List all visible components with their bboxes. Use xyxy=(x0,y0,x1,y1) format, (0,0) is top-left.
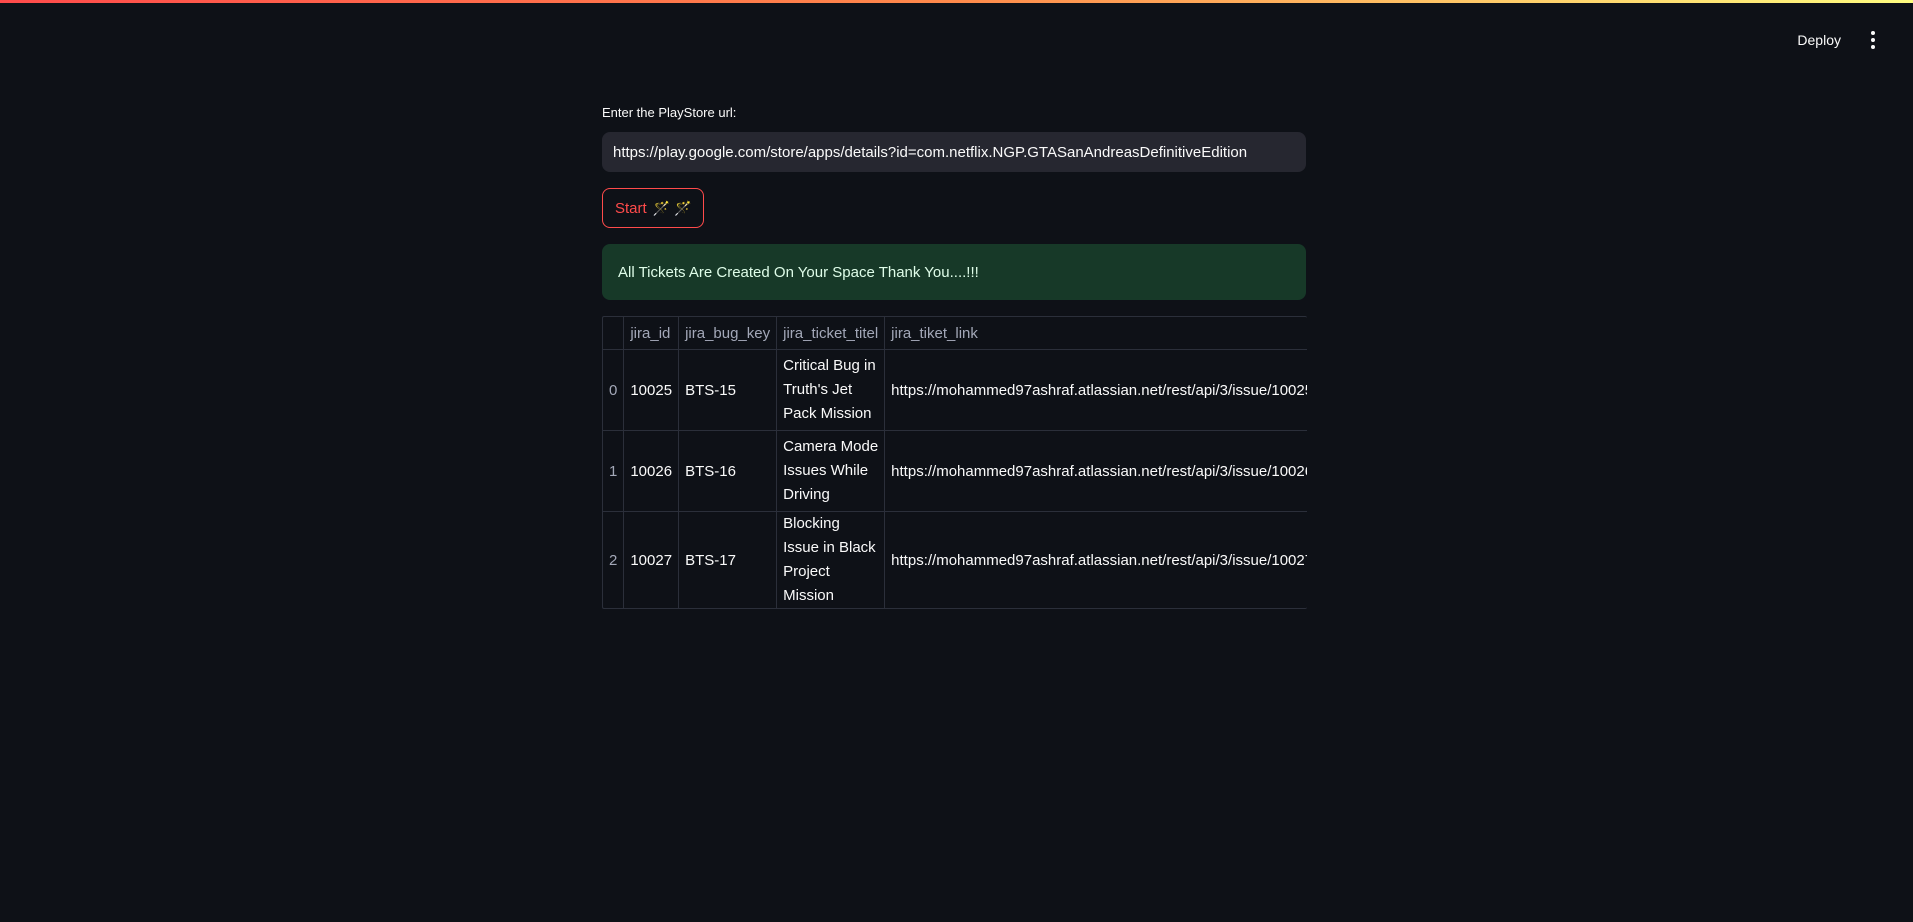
column-header-index[interactable] xyxy=(603,317,625,350)
magic-wand-icon: 🪄 🪄 xyxy=(652,199,692,216)
column-header-jira-id[interactable]: jira_id xyxy=(623,317,680,350)
app-toolbar: Deploy xyxy=(1789,28,1883,52)
jira-bug-key-cell[interactable]: BTS-16 xyxy=(678,430,778,512)
jira-id-cell[interactable]: 10026 xyxy=(623,430,680,512)
jira-id-cell[interactable]: 10027 xyxy=(623,511,680,608)
jira-ticket-link-cell[interactable]: https://mohammed97ashraf.atlassian.net/r… xyxy=(884,511,1307,608)
column-header-jira-ticket-titel[interactable]: jira_ticket_titel xyxy=(776,317,886,350)
table-row: 1 10026 BTS-16 Camera Mode Issues While … xyxy=(603,430,1307,512)
kebab-menu-icon[interactable] xyxy=(1863,28,1883,52)
playstore-url-input[interactable] xyxy=(602,132,1306,172)
jira-ticket-link-cell[interactable]: https://mohammed97ashraf.atlassian.net/r… xyxy=(884,349,1307,431)
jira-id-cell[interactable]: 10025 xyxy=(623,349,680,431)
table-header-row: jira_id jira_bug_key jira_ticket_titel j… xyxy=(603,317,1307,350)
row-index-cell[interactable]: 2 xyxy=(603,511,625,608)
column-header-jira-bug-key[interactable]: jira_bug_key xyxy=(678,317,778,350)
start-button-label: Start xyxy=(615,199,647,217)
row-index-cell[interactable]: 1 xyxy=(603,430,625,512)
jira-ticket-title-cell[interactable]: Critical Bug in Truth's Jet Pack Mission xyxy=(776,349,886,431)
tickets-table[interactable]: jira_id jira_bug_key jira_ticket_titel j… xyxy=(602,316,1307,609)
url-field-label: Enter the PlayStore url: xyxy=(602,105,737,120)
table-row: 2 10027 BTS-17 Blocking Issue in Black P… xyxy=(603,511,1307,608)
jira-ticket-title-cell[interactable]: Blocking Issue in Black Project Mission xyxy=(776,511,886,608)
jira-ticket-title-cell[interactable]: Camera Mode Issues While Driving xyxy=(776,430,886,512)
row-index-cell[interactable]: 0 xyxy=(603,349,625,431)
jira-bug-key-cell[interactable]: BTS-17 xyxy=(678,511,778,608)
jira-ticket-link-cell[interactable]: https://mohammed97ashraf.atlassian.net/r… xyxy=(884,430,1307,512)
success-alert: All Tickets Are Created On Your Space Th… xyxy=(602,244,1306,300)
deploy-button[interactable]: Deploy xyxy=(1789,28,1849,52)
start-button[interactable]: Start 🪄 🪄 xyxy=(602,188,705,228)
success-alert-text: All Tickets Are Created On Your Space Th… xyxy=(618,263,979,281)
main-content: Enter the PlayStore url: Start 🪄 🪄 All T… xyxy=(602,100,1307,609)
top-decoration-bar xyxy=(0,0,1913,3)
column-header-jira-tiket-link[interactable]: jira_tiket_link xyxy=(884,317,1307,350)
table-row: 0 10025 BTS-15 Critical Bug in Truth's J… xyxy=(603,349,1307,431)
jira-bug-key-cell[interactable]: BTS-15 xyxy=(678,349,778,431)
